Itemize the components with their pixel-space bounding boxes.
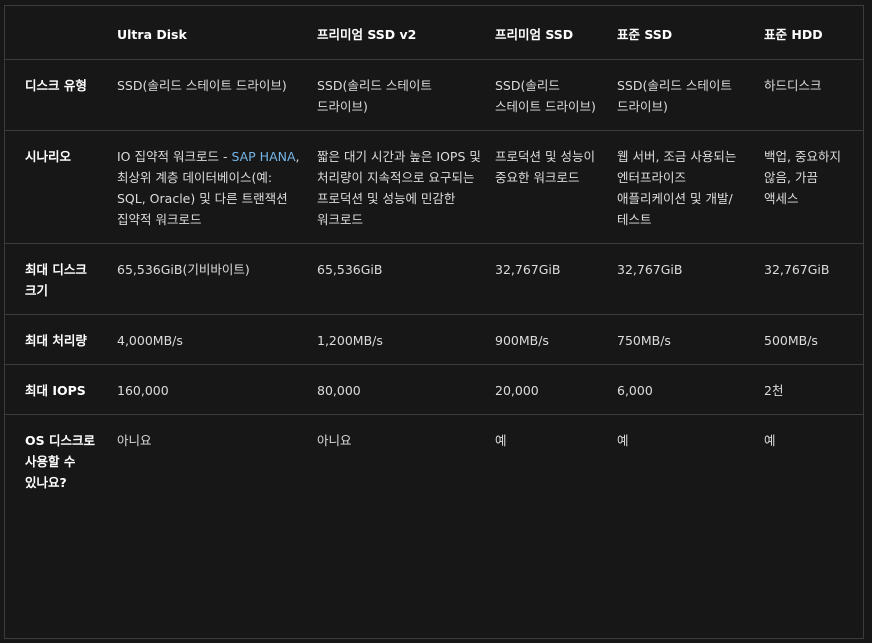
table-row-disk-type: 디스크 유형 SSD(솔리드 스테이트 드라이브) SSD(솔리드 스테이트 드…: [5, 59, 863, 131]
cell-os-disk-standard-ssd: 예: [617, 433, 629, 448]
header-premium-ssd: 프리미엄 SSD: [495, 6, 617, 60]
cell-max-size-premium-v2: 65,536GiB: [317, 262, 383, 277]
header-premium-ssd-v2: 프리미엄 SSD v2: [317, 6, 495, 60]
cell-scenario-premium: 프로덕션 및 성능이 중요한 워크로드: [495, 149, 595, 185]
cell-max-size-ultra: 65,536GiB(기비바이트): [117, 262, 250, 277]
cell-iops-standard-ssd: 6,000: [617, 383, 653, 398]
cell-disk-type-premium-v2: SSD(솔리드 스테이트 드라이브): [317, 78, 432, 114]
cell-iops-premium-v2: 80,000: [317, 383, 361, 398]
cell-throughput-standard-hdd: 500MB/s: [764, 333, 818, 348]
cell-iops-premium: 20,000: [495, 383, 539, 398]
cell-os-disk-premium: 예: [495, 433, 507, 448]
cell-max-size-standard-hdd: 32,767GiB: [764, 262, 830, 277]
cell-scenario-premium-v2: 짧은 대기 시간과 높은 IOPS 및 처리량이 지속적으로 요구되는 프로덕션…: [317, 149, 481, 227]
cell-throughput-premium: 900MB/s: [495, 333, 549, 348]
row-label-os-disk: OS 디스크로 사용할 수 있나요?: [25, 433, 95, 490]
cell-os-disk-ultra: 아니요: [117, 433, 152, 448]
header-standard-hdd: 표준 HDD: [764, 6, 863, 60]
cell-disk-type-standard-hdd: 하드디스크: [764, 78, 822, 93]
row-label-disk-type: 디스크 유형: [25, 78, 87, 93]
table-header-row: Ultra Disk 프리미엄 SSD v2 프리미엄 SSD 표준 SSD 표…: [5, 6, 863, 60]
cell-max-size-premium: 32,767GiB: [495, 262, 561, 277]
table-row-max-iops: 최대 IOPS 160,000 80,000 20,000 6,000 2천: [5, 364, 863, 415]
header-empty: [5, 6, 117, 60]
sap-hana-link[interactable]: SAP HANA: [231, 149, 295, 164]
disk-comparison-table-container: Ultra Disk 프리미엄 SSD v2 프리미엄 SSD 표준 SSD 표…: [4, 5, 864, 639]
cell-max-size-standard-ssd: 32,767GiB: [617, 262, 683, 277]
cell-iops-standard-hdd: 2천: [764, 383, 784, 398]
cell-throughput-premium-v2: 1,200MB/s: [317, 333, 383, 348]
disk-comparison-table: Ultra Disk 프리미엄 SSD v2 프리미엄 SSD 표준 SSD 표…: [5, 6, 863, 507]
row-label-max-iops: 최대 IOPS: [25, 383, 86, 398]
table-row-max-throughput: 최대 처리량 4,000MB/s 1,200MB/s 900MB/s 750MB…: [5, 314, 863, 365]
cell-scenario-standard-hdd: 백업, 중요하지 않음, 가끔 액세스: [764, 149, 841, 206]
cell-disk-type-standard-ssd: SSD(솔리드 스테이트 드라이브): [617, 78, 732, 114]
scenario-ultra-prefix: IO 집약적 워크로드 -: [117, 149, 232, 164]
table-row-os-disk: OS 디스크로 사용할 수 있나요? 아니요 아니요 예 예 예: [5, 415, 863, 507]
header-standard-ssd: 표준 SSD: [617, 6, 764, 60]
cell-scenario-ultra: IO 집약적 워크로드 - SAP HANA, 최상위 계층 데이터베이스(예:…: [117, 146, 317, 230]
row-label-max-disk-size: 최대 디스크 크기: [25, 262, 87, 298]
cell-throughput-ultra: 4,000MB/s: [117, 333, 183, 348]
cell-throughput-standard-ssd: 750MB/s: [617, 333, 671, 348]
header-ultra-disk: Ultra Disk: [117, 6, 317, 60]
cell-os-disk-standard-hdd: 예: [764, 433, 776, 448]
cell-os-disk-premium-v2: 아니요: [317, 433, 352, 448]
cell-disk-type-ultra: SSD(솔리드 스테이트 드라이브): [117, 78, 287, 93]
row-label-scenario: 시나리오: [25, 149, 72, 164]
row-label-max-throughput: 최대 처리량: [25, 333, 87, 348]
cell-iops-ultra: 160,000: [117, 383, 169, 398]
cell-disk-type-premium: SSD(솔리드 스테이트 드라이브): [495, 78, 596, 114]
table-row-max-disk-size: 최대 디스크 크기 65,536GiB(기비바이트) 65,536GiB 32,…: [5, 243, 863, 315]
table-row-scenario: 시나리오 IO 집약적 워크로드 - SAP HANA, 최상위 계층 데이터베…: [5, 130, 863, 244]
cell-scenario-standard-ssd: 웹 서버, 조금 사용되는 엔터프라이즈 애플리케이션 및 개발/테스트: [617, 149, 737, 227]
